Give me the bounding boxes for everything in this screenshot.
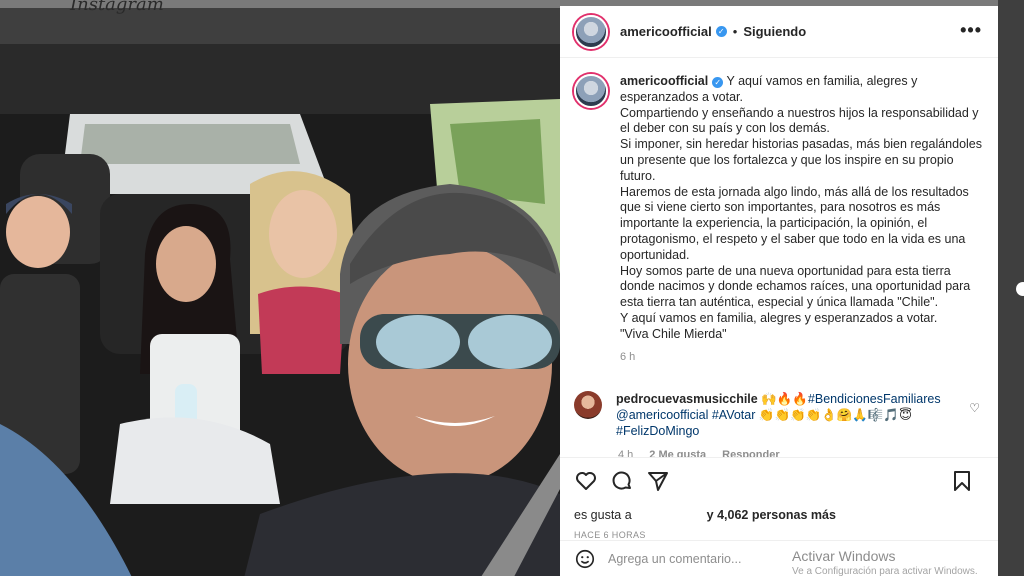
comment-hashtag[interactable]: #FelizDoMingo [616, 424, 699, 438]
likes-summary: es gusta a y 4,062 personas más [560, 504, 998, 526]
commenter-avatar[interactable] [574, 390, 602, 419]
likes-count-link[interactable]: y 4,062 personas más [707, 508, 836, 522]
comment-hashtag[interactable]: #AVotar [712, 408, 756, 422]
heart-icon[interactable] [574, 469, 598, 493]
post-actions [560, 458, 998, 504]
follow-status-button[interactable]: Siguiendo [743, 24, 806, 39]
caption-username[interactable]: americoofficial [620, 74, 708, 88]
commenter-username[interactable]: pedrocuevasmusicchile [616, 392, 758, 406]
post-details-panel: americoofficial ✓ • Siguiendo ••• americ… [560, 6, 998, 576]
post-header: americoofficial ✓ • Siguiendo ••• [560, 6, 998, 58]
comment-text: pedrocuevasmusicchile 🙌🔥🔥#BendicionesFam… [616, 391, 966, 439]
author-username[interactable]: americoofficial [620, 24, 712, 39]
caption-avatar[interactable] [574, 74, 608, 108]
likes-prefix: es gusta a [574, 508, 632, 522]
comment-meta: 4 h 2 Me gusta Responder [618, 448, 984, 458]
verified-badge-icon: ✓ [712, 77, 724, 88]
caption-text: americoofficial ✓ Y aquí vamos en familia… [620, 74, 984, 343]
verified-badge-icon: ✓ [715, 26, 727, 37]
comment-icon[interactable] [610, 469, 634, 493]
comment-like-heart-icon[interactable]: ♡ [969, 401, 980, 415]
comment-item: pedrocuevasmusicchile 🙌🔥🔥#BendicionesFam… [574, 390, 984, 439]
comment-input[interactable]: Agrega un comentario... [608, 552, 741, 566]
comment-emoji: 🙌🔥🔥 [761, 391, 808, 406]
author-avatar[interactable] [574, 14, 608, 49]
comments-scroll-area[interactable]: americoofficial ✓ Y aquí vamos en familia… [560, 58, 998, 458]
post-modal: americoofficial ✓ • Siguiendo ••• americ… [0, 6, 998, 576]
header-separator: • [732, 24, 738, 39]
bookmark-icon[interactable] [950, 469, 974, 493]
comment-age: 4 h [618, 448, 634, 458]
comment-mention[interactable]: @americoofficial [616, 408, 708, 422]
comment-likes-link[interactable]: 2 Me gusta [649, 449, 706, 457]
caption-body: Y aquí vamos en familia, alegres y esper… [620, 74, 983, 341]
next-post-button[interactable] [1016, 282, 1024, 296]
windows-activation-title: Activar Windows [792, 548, 896, 564]
caption-age: 6 h [620, 350, 636, 363]
comment-reply-link[interactable]: Responder [722, 449, 779, 457]
more-options-icon[interactable]: ••• [960, 20, 982, 41]
post-caption: americoofficial ✓ Y aquí vamos en familia… [574, 74, 984, 343]
comment-hashtag[interactable]: #BendicionesFamiliares [808, 392, 941, 406]
comment-emoji: 👏👏👏👏👌🤗🙏🎼🎵😇 [758, 407, 912, 422]
windows-activation-subtitle: Ve a Configuración para activar Windows. [792, 566, 978, 576]
post-photo[interactable] [0, 44, 560, 576]
share-icon[interactable] [646, 469, 670, 493]
emoji-icon[interactable] [574, 548, 596, 570]
car-selfie-image [0, 44, 560, 576]
